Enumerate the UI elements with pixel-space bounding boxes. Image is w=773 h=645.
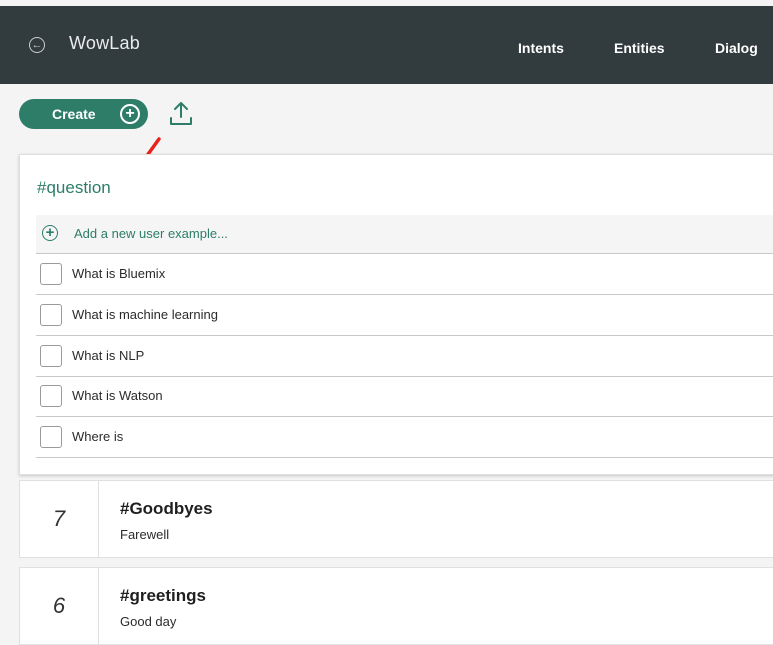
intent-description: Good day bbox=[120, 614, 177, 629]
intent-description: Farewell bbox=[120, 527, 170, 542]
plus-circle-icon[interactable]: + bbox=[42, 225, 58, 241]
example-text: Where is bbox=[72, 429, 124, 444]
upload-icon[interactable] bbox=[169, 100, 193, 131]
intent-name: #greetings bbox=[120, 586, 206, 605]
example-text: What is machine learning bbox=[72, 307, 218, 322]
plus-circle-icon: + bbox=[120, 104, 140, 124]
intent-list-item[interactable]: 6 #greetings Good day bbox=[19, 567, 773, 645]
create-button[interactable]: Create + bbox=[19, 99, 148, 129]
top-navigation-bar: ← WowLab Intents Entities Dialog bbox=[0, 6, 773, 84]
example-checkbox[interactable] bbox=[40, 263, 62, 285]
example-checkbox[interactable] bbox=[40, 385, 62, 407]
back-arrow-icon[interactable]: ← bbox=[29, 37, 45, 53]
expanded-intent-card: #question + Add a new user example... Wh… bbox=[19, 154, 773, 475]
example-checkbox[interactable] bbox=[40, 304, 62, 326]
list-item: What is machine learning bbox=[36, 295, 773, 336]
example-text: What is Bluemix bbox=[72, 266, 166, 281]
add-user-example-row[interactable]: + Add a new user example... bbox=[36, 215, 773, 254]
app-title: WowLab bbox=[69, 33, 140, 53]
example-text: What is NLP bbox=[72, 348, 145, 363]
example-checkbox[interactable] bbox=[40, 426, 62, 448]
tab-intents[interactable]: Intents bbox=[518, 40, 564, 56]
add-user-example-input[interactable]: Add a new user example... bbox=[74, 226, 228, 241]
list-item: Where is bbox=[36, 417, 773, 458]
tab-entities[interactable]: Entities bbox=[614, 40, 665, 56]
create-button-label: Create bbox=[52, 106, 96, 122]
intent-list-item[interactable]: 7 #Goodbyes Farewell bbox=[19, 480, 773, 558]
list-item: What is Watson bbox=[36, 376, 773, 417]
example-count: 6 bbox=[20, 568, 99, 644]
list-item: What is Bluemix bbox=[36, 254, 773, 295]
intent-name: #Goodbyes bbox=[120, 499, 213, 518]
list-item: What is NLP bbox=[36, 336, 773, 377]
example-checkbox[interactable] bbox=[40, 345, 62, 367]
intent-name[interactable]: #question bbox=[37, 178, 111, 198]
example-text: What is Watson bbox=[72, 388, 163, 403]
example-count: 7 bbox=[20, 481, 99, 557]
tab-dialog[interactable]: Dialog bbox=[715, 40, 758, 56]
